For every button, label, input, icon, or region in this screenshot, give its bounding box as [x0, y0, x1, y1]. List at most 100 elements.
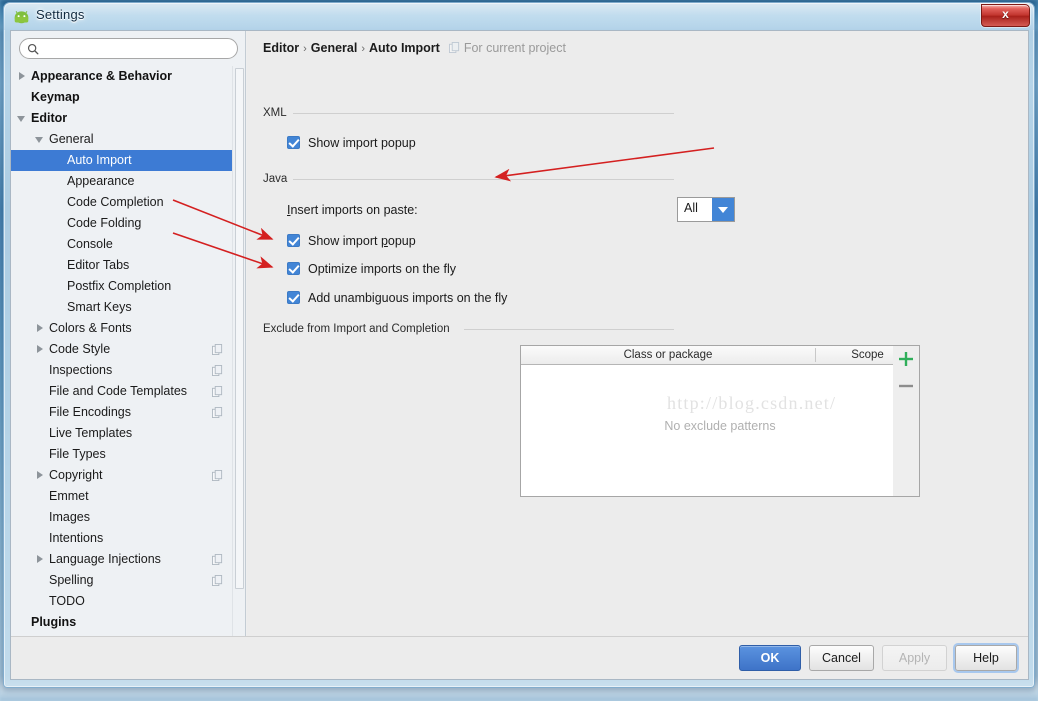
chevron-right-icon[interactable] [35, 555, 44, 564]
sidebar-item-console[interactable]: Console [11, 234, 237, 255]
sidebar-scrollbar[interactable] [232, 66, 245, 638]
copy-scope-icon [212, 575, 223, 586]
empty-state-message: No exclude patterns [664, 419, 776, 433]
chevron-down-icon[interactable] [35, 135, 44, 144]
sidebar-item-smart-keys[interactable]: Smart Keys [11, 297, 237, 318]
table-body[interactable]: http://blog.csdn.net/ No exclude pattern… [521, 365, 919, 496]
copy-scope-icon [212, 470, 223, 481]
sidebar-item-label: Plugins [31, 615, 77, 629]
java-show-import-popup-checkbox[interactable] [287, 234, 300, 247]
chevron-right-icon[interactable] [35, 345, 44, 354]
search-input[interactable] [44, 40, 234, 59]
sidebar-item-label: Smart Keys [67, 300, 132, 314]
sidebar-item-label: Appearance [67, 174, 135, 188]
sidebar-item-label: Intentions [49, 531, 104, 545]
chevron-right-icon[interactable] [35, 324, 44, 333]
sidebar-item-code-style[interactable]: Code Style [11, 339, 237, 360]
breadcrumb-part-editor[interactable]: Editor [263, 41, 299, 55]
sidebar-item-spelling[interactable]: Spelling [11, 570, 237, 591]
breadcrumb-part-general[interactable]: General [311, 41, 358, 55]
xml-show-import-popup-label: Show import popup [308, 136, 416, 150]
optimize-imports-checkbox[interactable] [287, 262, 300, 275]
close-button[interactable]: x [981, 4, 1030, 27]
sidebar-item-copyright[interactable]: Copyright [11, 465, 237, 486]
sidebar-item-inspections[interactable]: Inspections [11, 360, 237, 381]
breadcrumb-separator: › [361, 43, 366, 55]
dialog-client-area: Appearance & Behavior Keymap Editor General… [10, 30, 1029, 680]
sidebar-item-label: Postfix Completion [67, 279, 172, 293]
sidebar-item-label: Emmet [49, 489, 89, 503]
add-unambiguous-imports-row[interactable]: Add unambiguous imports on the fly [287, 291, 507, 305]
sidebar-item-colors-fonts[interactable]: Colors & Fonts [11, 318, 237, 339]
sidebar-item-label: Spelling [49, 573, 94, 587]
sidebar-item-file-types[interactable]: File Types [11, 444, 237, 465]
sidebar-item-code-completion[interactable]: Code Completion [11, 192, 237, 213]
ok-button[interactable]: OK [739, 645, 801, 671]
search-icon [27, 43, 39, 55]
xml-show-import-popup-row[interactable]: Show import popup [287, 136, 416, 150]
search-box[interactable] [19, 38, 238, 59]
sidebar-item-images[interactable]: Images [11, 507, 237, 528]
sidebar-item-emmet[interactable]: Emmet [11, 486, 237, 507]
xml-show-import-popup-checkbox[interactable] [287, 136, 300, 149]
sidebar-item-postfix-completion[interactable]: Postfix Completion [11, 276, 237, 297]
column-header-class-or-package[interactable]: Class or package [521, 346, 815, 364]
settings-tree[interactable]: Appearance & Behavior Keymap Editor General… [11, 66, 237, 638]
java-show-import-popup-row[interactable]: Show import popup [287, 234, 416, 248]
insert-imports-select[interactable]: All [677, 197, 735, 222]
sidebar-scrollbar-thumb[interactable] [235, 68, 244, 589]
apply-button: Apply [882, 645, 947, 671]
add-unambiguous-imports-checkbox[interactable] [287, 291, 300, 304]
sidebar-item-general[interactable]: General [11, 129, 237, 150]
sidebar-item-label: Code Completion [67, 195, 164, 209]
add-row-button[interactable] [893, 346, 919, 372]
help-button[interactable]: Help [955, 645, 1017, 671]
remove-row-button[interactable] [893, 373, 919, 399]
android-robot-icon [14, 10, 29, 24]
copy-scope-icon [212, 365, 223, 376]
chevron-down-icon[interactable] [17, 114, 26, 123]
sidebar-item-label: Auto Import [67, 153, 132, 167]
copy-scope-icon [448, 42, 459, 53]
sidebar-item-todo[interactable]: TODO [11, 591, 237, 612]
sidebar-item-code-folding[interactable]: Code Folding [11, 213, 237, 234]
sidebar-item-label: General [49, 132, 94, 146]
add-unambiguous-imports-label: Add unambiguous imports on the fly [308, 291, 508, 305]
optimize-imports-row[interactable]: Optimize imports on the fly [287, 262, 456, 276]
sidebar-item-editor[interactable]: Editor [11, 108, 237, 129]
watermark-text: http://blog.csdn.net/ [667, 393, 837, 413]
chevron-right-icon[interactable] [35, 471, 44, 480]
copy-scope-icon [212, 554, 223, 565]
sidebar-item-language-injections[interactable]: Language Injections [11, 549, 237, 570]
window-titlebar[interactable]: Settings x [4, 3, 1034, 30]
sidebar-item-label: Editor Tabs [67, 258, 130, 272]
cancel-button[interactable]: Cancel [809, 645, 874, 671]
sidebar-item-appearance[interactable]: Appearance [11, 171, 237, 192]
sidebar-item-appearance-behavior[interactable]: Appearance & Behavior [11, 66, 237, 87]
chevron-right-icon[interactable] [17, 72, 26, 81]
sidebar-item-intentions[interactable]: Intentions [11, 528, 237, 549]
window-title: Settings [36, 7, 85, 22]
sidebar-item-label: Code Folding [67, 216, 142, 230]
copy-scope-icon [212, 344, 223, 355]
sidebar-item-file-and-code-templates[interactable]: File and Code Templates [11, 381, 237, 402]
sidebar-item-keymap[interactable]: Keymap [11, 87, 237, 108]
sidebar-item-plugins[interactable]: Plugins [11, 612, 237, 633]
sidebar-item-label: Live Templates [49, 426, 133, 440]
chevron-down-icon[interactable] [712, 198, 734, 221]
sidebar-item-file-encodings[interactable]: File Encodings [11, 402, 237, 423]
copy-scope-icon [212, 386, 223, 397]
plus-icon [899, 352, 913, 366]
sidebar-item-auto-import[interactable]: Auto Import [11, 150, 237, 171]
close-icon: x [1002, 7, 1009, 21]
exclude-table[interactable]: Class or package Scope http://blog.csdn.… [520, 345, 920, 497]
insert-imports-value: All [684, 201, 698, 215]
insert-imports-label: nsert imports on paste: [290, 203, 418, 217]
sidebar-item-editor-tabs[interactable]: Editor Tabs [11, 255, 237, 276]
sidebar-item-label: Inspections [49, 363, 113, 377]
sidebar-item-live-templates[interactable]: Live Templates [11, 423, 237, 444]
breadcrumb: Editor › General › Auto Import For current pr… [263, 41, 566, 55]
sidebar-item-label: TODO [49, 594, 85, 608]
java-group-divider [291, 179, 674, 180]
settings-content-pane: Editor › General › Auto Import For current pr… [247, 31, 1028, 639]
